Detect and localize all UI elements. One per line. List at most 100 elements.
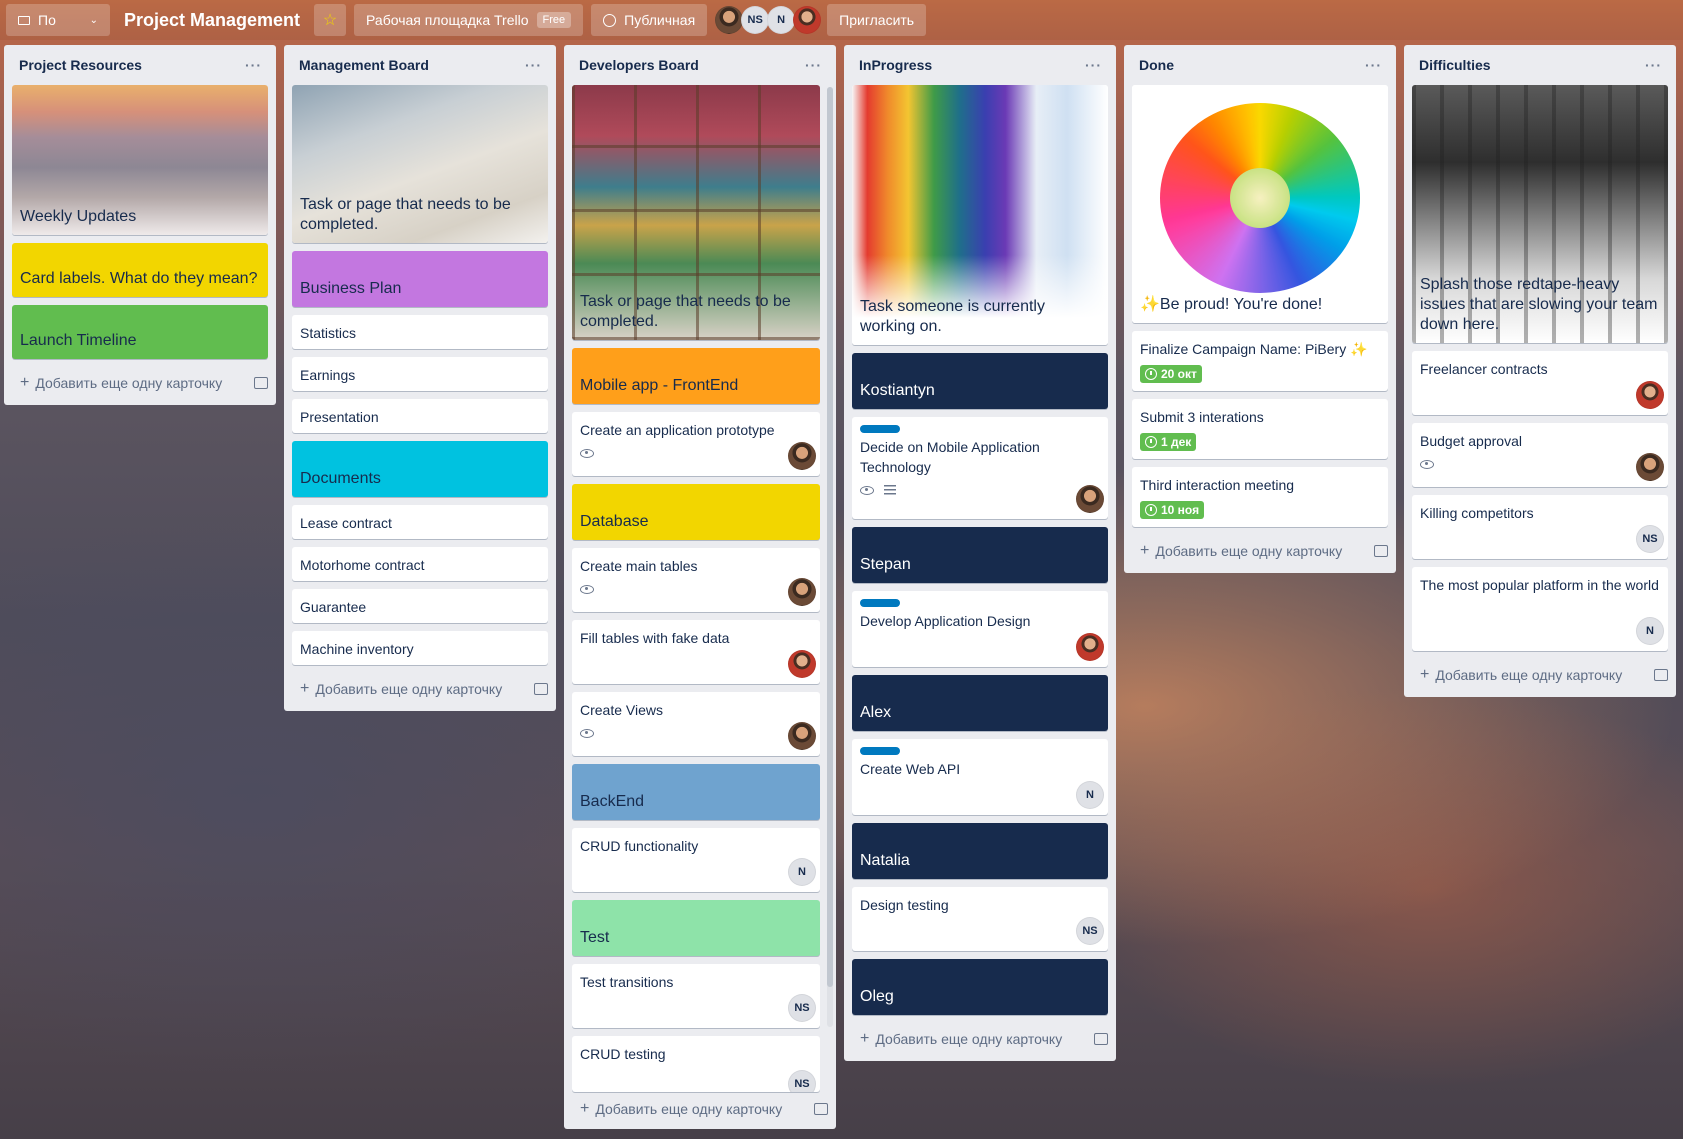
card[interactable]: Launch Timeline [12, 305, 268, 359]
card[interactable]: Budget approval [1412, 423, 1668, 487]
add-card-button[interactable]: + Добавить еще одну карточку [4, 367, 276, 399]
card[interactable]: Design testing NS [852, 887, 1108, 951]
member-avatar[interactable]: NS [1636, 525, 1664, 553]
list-scrollbar[interactable] [827, 87, 833, 1027]
invite-button[interactable]: Пригласить [827, 4, 927, 36]
list-title[interactable]: Difficulties [1419, 57, 1491, 73]
card[interactable]: Task or page that needs to be completed. [292, 85, 548, 243]
add-card-button[interactable]: + Добавить еще одну карточку [844, 1023, 1116, 1055]
card[interactable]: Documents [292, 441, 548, 497]
member-avatar[interactable]: N [1076, 781, 1104, 809]
member-avatar[interactable]: N [767, 6, 796, 34]
member-avatar[interactable] [793, 6, 822, 34]
visibility-button[interactable]: Публичная [591, 4, 708, 36]
card[interactable]: Alex [852, 675, 1108, 731]
card[interactable]: Kostiantyn [852, 353, 1108, 409]
add-card-button[interactable]: + Добавить еще одну карточку [1124, 535, 1396, 567]
card[interactable]: Decide on Mobile Application Technology [852, 417, 1108, 519]
list-menu-icon[interactable]: ··· [1365, 57, 1382, 73]
template-icon[interactable] [814, 1103, 828, 1115]
list-menu-icon[interactable]: ··· [245, 57, 262, 73]
card[interactable]: Submit 3 interations 1 дек [1132, 399, 1388, 459]
member-avatar[interactable]: NS [788, 1070, 816, 1092]
member-avatar[interactable]: NS [741, 6, 770, 34]
list-title[interactable]: Project Resources [19, 57, 142, 73]
card[interactable]: Finalize Campaign Name: PiBery ✨ 20 окт [1132, 331, 1388, 391]
card-label[interactable] [860, 747, 900, 755]
list-header[interactable]: Done ··· [1124, 45, 1396, 85]
card-label[interactable] [860, 599, 900, 607]
due-date-badge[interactable]: 20 окт [1140, 365, 1202, 383]
card[interactable]: Splash those redtape-heavy issues that a… [1412, 85, 1668, 343]
add-card-button[interactable]: + Добавить еще одну карточку [284, 673, 556, 705]
card[interactable]: Create Views [572, 692, 820, 756]
list-menu-icon[interactable]: ··· [1085, 57, 1102, 73]
card-label[interactable] [860, 425, 900, 433]
card[interactable]: Fill tables with fake data [572, 620, 820, 684]
member-avatar[interactable] [1076, 485, 1104, 513]
card[interactable]: Motorhome contract [292, 547, 548, 581]
star-button[interactable]: ☆ [314, 4, 347, 36]
card[interactable]: Presentation [292, 399, 548, 433]
template-icon[interactable] [254, 377, 268, 389]
member-avatar[interactable] [1076, 633, 1104, 661]
list-title[interactable]: InProgress [859, 57, 932, 73]
list-header[interactable]: Management Board ··· [284, 45, 556, 85]
list-title[interactable]: Done [1139, 57, 1174, 73]
add-card-button[interactable]: + Добавить еще одну карточку [1404, 659, 1676, 691]
list-title[interactable]: Management Board [299, 57, 429, 73]
list-menu-icon[interactable]: ··· [525, 57, 542, 73]
template-icon[interactable] [534, 683, 548, 695]
member-avatar[interactable]: N [1636, 617, 1664, 645]
card[interactable]: Earnings [292, 357, 548, 391]
card[interactable]: Test transitions NS [572, 964, 820, 1028]
template-icon[interactable] [1654, 669, 1668, 681]
member-avatar[interactable] [788, 578, 816, 606]
card[interactable]: CRUD testing NS [572, 1036, 820, 1092]
card[interactable]: The most popular platform in the world N [1412, 567, 1668, 651]
member-avatar[interactable] [788, 650, 816, 678]
member-avatar[interactable] [788, 722, 816, 750]
member-avatar[interactable]: N [788, 858, 816, 886]
list-menu-icon[interactable]: ··· [805, 57, 822, 73]
board-title[interactable]: Project Management [118, 10, 306, 31]
card[interactable]: Test [572, 900, 820, 956]
scrollbar-thumb[interactable] [827, 87, 833, 987]
card[interactable]: Natalia [852, 823, 1108, 879]
card[interactable]: Statistics [292, 315, 548, 349]
card[interactable]: Stepan [852, 527, 1108, 583]
due-date-badge[interactable]: 1 дек [1140, 433, 1197, 451]
member-avatar[interactable] [788, 442, 816, 470]
list-header[interactable]: Project Resources ··· [4, 45, 276, 85]
member-avatar[interactable] [715, 6, 744, 34]
card[interactable]: Weekly Updates [12, 85, 268, 235]
list-header[interactable]: Developers Board ··· [564, 45, 836, 85]
card[interactable]: Guarantee [292, 589, 548, 623]
card[interactable]: Freelancer contracts [1412, 351, 1668, 415]
due-date-badge[interactable]: 10 ноя [1140, 501, 1205, 519]
card[interactable]: Third interaction meeting 10 ноя [1132, 467, 1388, 527]
card[interactable]: Lease contract [292, 505, 548, 539]
card[interactable]: Database [572, 484, 820, 540]
list-header[interactable]: Difficulties ··· [1404, 45, 1676, 85]
card[interactable]: Create main tables [572, 548, 820, 612]
member-avatar[interactable] [1636, 453, 1664, 481]
member-avatar[interactable]: NS [788, 994, 816, 1022]
card[interactable]: Card labels. What do they mean? [12, 243, 268, 297]
card[interactable]: Oleg [852, 959, 1108, 1015]
card[interactable]: Task someone is currently working on. [852, 85, 1108, 345]
board-view-switcher[interactable]: По ⌄ [6, 4, 110, 36]
card[interactable]: CRUD functionality N [572, 828, 820, 892]
list-header[interactable]: InProgress ··· [844, 45, 1116, 85]
card[interactable]: ✨Be proud! You're done! [1132, 85, 1388, 323]
workspace-button[interactable]: Рабочая площадка Trello Free [354, 4, 584, 36]
card[interactable]: Machine inventory [292, 631, 548, 665]
card[interactable]: Business Plan [292, 251, 548, 307]
template-icon[interactable] [1094, 1033, 1108, 1045]
card[interactable]: Mobile app - FrontEnd [572, 348, 820, 404]
card[interactable]: Develop Application Design [852, 591, 1108, 667]
list-title[interactable]: Developers Board [579, 57, 699, 73]
card[interactable]: Create an application prototype [572, 412, 820, 476]
template-icon[interactable] [1374, 545, 1388, 557]
list-menu-icon[interactable]: ··· [1645, 57, 1662, 73]
